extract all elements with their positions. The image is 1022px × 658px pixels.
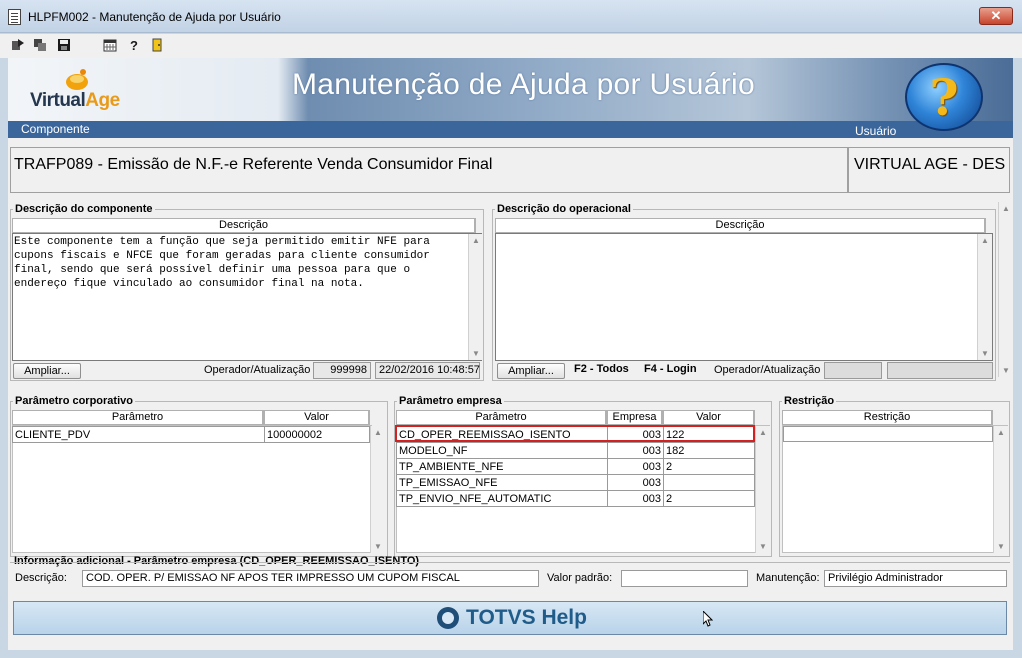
company-company-cell[interactable]: 003: [607, 442, 664, 459]
company-param-cell[interactable]: CD_OPER_REEMISSAO_ISENTO: [396, 426, 608, 443]
component-label: Componente: [21, 122, 90, 136]
document-icon: [8, 9, 21, 25]
operational-operator-field: [824, 362, 882, 379]
company-param-column-header: Parâmetro: [396, 410, 607, 425]
totvs-logo-icon: [437, 607, 459, 629]
component-expand-button[interactable]: Ampliar...: [13, 363, 81, 379]
company-param-cell[interactable]: TP_AMBIENTE_NFE: [396, 458, 608, 475]
company-value-cell[interactable]: 2: [663, 458, 755, 475]
table-row[interactable]: CLIENTE_PDV 100000002: [12, 426, 370, 443]
exit-icon[interactable]: [10, 37, 26, 53]
company-value-column-header: Valor: [663, 410, 755, 425]
operational-description-legend: Descrição do operacional: [497, 203, 631, 215]
component-updated-field: 22/02/2016 10:48:57: [375, 362, 480, 379]
component-name-field: TRAFP089 - Emissão de N.F.-e Referente V…: [10, 147, 848, 193]
help-icon[interactable]: ?: [126, 37, 142, 53]
help-question-icon: ?: [905, 63, 983, 131]
toolbar: ?: [0, 34, 1022, 58]
component-description-column-header: Descrição: [12, 218, 476, 233]
operational-description-column-header: Descrição: [495, 218, 986, 233]
description-field[interactable]: COD. OPER. P/ EMISSAO NF APOS TER IMPRES…: [82, 570, 539, 587]
corporate-value-cell[interactable]: 100000002: [264, 426, 370, 443]
corporate-param-column-header: Parâmetro: [12, 410, 264, 425]
restriction-empty-row[interactable]: [783, 426, 993, 442]
corporate-params-scrollbar[interactable]: ▲ ▼: [370, 426, 385, 553]
company-company-cell[interactable]: 003: [607, 490, 664, 507]
company-value-cell[interactable]: 182: [663, 442, 755, 459]
restriction-grid: [782, 425, 1008, 553]
corporate-value-column-header: Valor: [264, 410, 370, 425]
company-param-cell[interactable]: MODELO_NF: [396, 442, 608, 459]
component-description-scrollbar[interactable]: ▲ ▼: [468, 234, 483, 360]
totvs-help-label: TOTVS Help: [466, 606, 587, 629]
component-operator-label: Operador/Atualização: [204, 364, 311, 376]
hint-f2-all: F2 - Todos: [574, 363, 629, 375]
company-value-cell[interactable]: [663, 474, 755, 491]
calendar-icon[interactable]: [102, 37, 118, 53]
maintenance-field[interactable]: Privilégio Administrador: [824, 570, 1007, 587]
maintenance-label: Manutenção:: [756, 572, 820, 584]
corporate-params-legend: Parâmetro corporativo: [15, 395, 133, 407]
company-company-cell[interactable]: 003: [607, 426, 664, 443]
banner-title: Manutenção de Ajuda por Usuário: [292, 68, 755, 101]
close-button[interactable]: ✕: [979, 7, 1013, 25]
component-description-legend: Descrição do componente: [15, 203, 153, 215]
table-row[interactable]: MODELO_NF 003 182: [396, 442, 755, 459]
operational-description-scrollbar[interactable]: ▲ ▼: [977, 234, 992, 360]
hint-f4-login: F4 - Login: [644, 363, 697, 375]
table-row[interactable]: TP_ENVIO_NFE_AUTOMATIC 003 2: [396, 490, 755, 507]
restriction-column-header: Restrição: [782, 410, 993, 425]
default-value-field[interactable]: [621, 570, 748, 587]
company-value-cell[interactable]: 2: [663, 490, 755, 507]
virtual-age-logo: VirtualAge: [30, 90, 120, 111]
company-params-table: CD_OPER_REEMISSAO_ISENTO 003 122 MODELO_…: [396, 426, 755, 507]
component-description-text: Este componente tem a função que seja pe…: [14, 236, 430, 290]
company-params-legend: Parâmetro empresa: [399, 395, 502, 407]
component-operator-field: 999998: [313, 362, 371, 379]
corporate-params-table: CLIENTE_PDV 100000002: [12, 426, 370, 443]
company-value-cell[interactable]: 122: [663, 426, 755, 443]
table-row[interactable]: CD_OPER_REEMISSAO_ISENTO 003 122: [396, 426, 755, 443]
window-title: HLPFM002 - Manutenção de Ajuda por Usuár…: [28, 10, 281, 24]
corporate-params-grid: [12, 425, 372, 553]
company-param-cell[interactable]: TP_EMISSAO_NFE: [396, 474, 608, 491]
corporate-param-cell[interactable]: CLIENTE_PDV: [12, 426, 265, 443]
user-label: Usuário: [855, 124, 897, 138]
company-company-cell[interactable]: 003: [607, 458, 664, 475]
table-row[interactable]: TP_EMISSAO_NFE 003: [396, 474, 755, 491]
virtual-age-logo-icon: [64, 68, 90, 92]
mouse-cursor-icon: [702, 609, 714, 627]
operational-operator-label: Operador/Atualização: [714, 364, 821, 376]
default-value-label: Valor padrão:: [547, 572, 613, 584]
description-label: Descrição:: [15, 572, 67, 584]
door-exit-icon[interactable]: [149, 37, 165, 53]
additional-info-legend: Informação adicional - Parâmetro empresa…: [14, 555, 420, 567]
company-company-column-header: Empresa: [607, 410, 663, 425]
copy-icon[interactable]: [32, 37, 48, 53]
company-name-field: VIRTUAL AGE - DES: [848, 147, 1010, 193]
restriction-scrollbar[interactable]: ▲ ▼: [993, 426, 1008, 553]
form-scrollbar[interactable]: ▲ ▼: [998, 202, 1013, 377]
additional-info-divider: [10, 562, 1010, 563]
operational-updated-field: [887, 362, 993, 379]
company-company-cell[interactable]: 003: [607, 474, 664, 491]
operational-expand-button[interactable]: Ampliar...: [497, 363, 565, 379]
company-param-cell[interactable]: TP_ENVIO_NFE_AUTOMATIC: [396, 490, 608, 507]
table-row[interactable]: TP_AMBIENTE_NFE 003 2: [396, 458, 755, 475]
save-icon[interactable]: [56, 37, 72, 53]
company-params-scrollbar[interactable]: ▲ ▼: [755, 426, 770, 553]
restriction-legend: Restrição: [784, 395, 835, 407]
operational-description-textarea[interactable]: [495, 233, 993, 361]
